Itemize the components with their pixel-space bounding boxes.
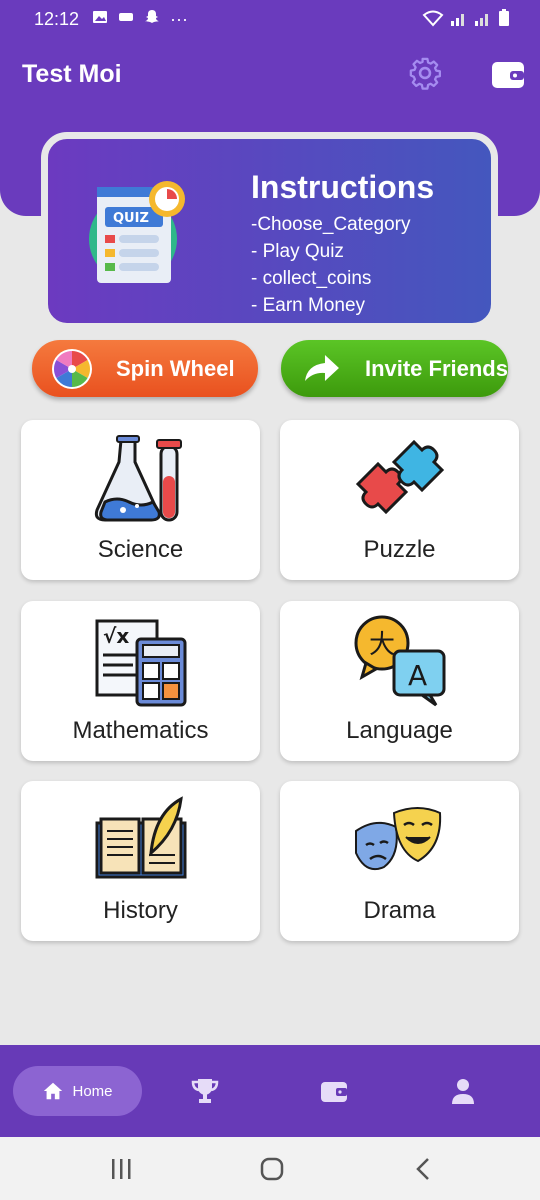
image-icon (93, 11, 107, 23)
back-icon[interactable] (409, 1155, 439, 1183)
category-card-drama[interactable]: Drama (280, 781, 519, 941)
calculator-icon: √x (95, 619, 187, 707)
svg-text:A: A (408, 659, 427, 692)
notification-icons: ··· (92, 9, 188, 30)
wallet-icon[interactable] (490, 58, 526, 92)
notification-icon (119, 13, 133, 21)
category-card-language[interactable]: 大 A Language (280, 601, 519, 761)
home-icon (44, 1082, 63, 1100)
gear-icon[interactable] (408, 56, 442, 90)
theater-masks-icon (355, 807, 442, 871)
instruction-item: - Play Quiz (251, 241, 344, 262)
battery-icon (499, 9, 509, 26)
book-feather-icon (95, 796, 187, 879)
app-title: Test Moi (22, 60, 122, 88)
category-label: Science (97, 536, 184, 563)
signal-2-icon (475, 14, 488, 26)
category-card-science[interactable]: Science (21, 420, 260, 580)
category-card-history[interactable]: History (21, 781, 260, 941)
spin-wheel-button[interactable]: Spin Wheel (32, 340, 258, 397)
instruction-item: - collect_coins (251, 268, 372, 289)
nav-home-label: Home (72, 1082, 113, 1100)
puzzle-pieces-icon (355, 439, 445, 515)
instruction-item: -Choose_Category (251, 214, 411, 235)
system-navigation-bar (0, 1137, 540, 1200)
system-status-icons (422, 9, 510, 27)
category-label: Language (346, 717, 453, 744)
category-card-mathematics[interactable]: √x Mathematics (21, 601, 260, 761)
status-time: 12:12 (34, 9, 80, 29)
invite-friends-button[interactable]: Invite Friends (281, 340, 508, 397)
quiz-illustration-icon: QUIZ (89, 181, 185, 283)
chemistry-flasks-icon (94, 435, 182, 522)
translate-bubbles-icon: 大 A (354, 615, 446, 707)
spin-wheel-label: Spin Wheel (116, 355, 235, 381)
category-label: Puzzle (363, 536, 436, 563)
wallet-nav-icon[interactable] (319, 1076, 349, 1106)
svg-text:大: 大 (369, 630, 395, 660)
category-label: History (103, 897, 178, 924)
quiz-illustration-text: QUIZ (113, 211, 149, 226)
trophy-icon[interactable] (190, 1076, 220, 1106)
instructions-list: -Choose_Category - Play Quiz - collect_c… (251, 211, 410, 319)
svg-text:√x: √x (103, 624, 129, 648)
spin-wheel-icon (52, 348, 92, 389)
wifi-icon (422, 10, 444, 27)
signal-icon (451, 14, 464, 26)
status-bar: 12:12 ··· (0, 0, 540, 40)
invite-friends-label: Invite Friends (364, 355, 508, 381)
bottom-navigation: Home (0, 1045, 540, 1137)
category-label: Drama (363, 897, 436, 924)
instructions-card: QUIZ Instructions -Choose_Category - Pla… (41, 132, 498, 330)
more-notifications-icon: ··· (170, 9, 188, 29)
category-label: Mathematics (72, 717, 209, 744)
recent-apps-icon[interactable] (106, 1155, 136, 1183)
instructions-title: Instructions (251, 169, 435, 205)
snapchat-icon (145, 10, 159, 23)
nav-home-button[interactable]: Home (13, 1066, 142, 1116)
instruction-item: - Earn Money (251, 295, 366, 316)
category-card-puzzle[interactable]: Puzzle (280, 420, 519, 580)
profile-icon[interactable] (448, 1076, 478, 1106)
share-arrow-icon (304, 354, 339, 381)
home-system-icon[interactable] (257, 1155, 287, 1183)
